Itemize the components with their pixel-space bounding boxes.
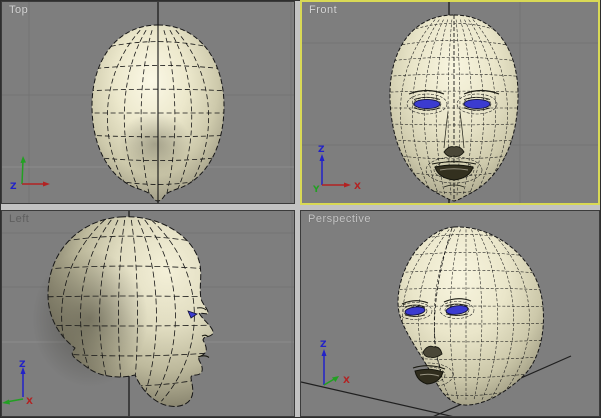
head-model[interactable] (87, 24, 230, 202)
head-model[interactable] (385, 14, 524, 202)
ground-grid-line-1 (301, 381, 453, 416)
surface-shading (32, 251, 148, 387)
viewport-front-canvas: Z X Y (302, 2, 598, 203)
axis-y-label: Y (312, 185, 320, 195)
axis-z-label: Z (19, 360, 26, 370)
quad-viewport-panel: Z Top Z X Y Front Z X Left Z X Perspecti… (0, 0, 601, 418)
axis-y-arrow (21, 159, 24, 185)
viewport-top[interactable]: Z Top (1, 1, 295, 204)
axis-gizmo: Z X (2, 360, 33, 407)
viewport-left[interactable]: Z X Left (1, 210, 295, 417)
axis-x-label: X (354, 182, 361, 192)
axis-z-label: Z (318, 145, 325, 155)
viewport-front[interactable]: Z X Y Front (300, 0, 600, 205)
nose (422, 345, 443, 359)
nose (443, 146, 465, 157)
axis-z-label: Z (10, 182, 17, 192)
viewport-top-label[interactable]: Top (9, 4, 28, 16)
viewport-left-label[interactable]: Left (9, 213, 29, 225)
axis-gizmo: Z (10, 156, 50, 192)
axis-x-label: X (26, 397, 33, 407)
viewport-perspective-label[interactable]: Perspective (308, 213, 371, 225)
mouth-line-profile (197, 355, 210, 358)
axis-z-label: Z (320, 340, 327, 350)
eye-right (463, 98, 491, 110)
viewport-perspective[interactable]: Z X Perspective (300, 210, 600, 417)
axis-gizmo: Z X Y (312, 145, 361, 195)
axis-gizmo: Z X (320, 340, 350, 386)
viewport-top-canvas: Z (2, 2, 294, 203)
eye-left (413, 98, 441, 110)
viewport-left-canvas: Z X (2, 211, 294, 416)
surface-shading (119, 112, 191, 176)
axis-x-label: X (343, 376, 350, 386)
viewport-perspective-canvas: Z X (301, 226, 572, 416)
head-model[interactable] (382, 226, 549, 406)
head-model[interactable] (32, 216, 217, 407)
viewport-front-label[interactable]: Front (309, 4, 337, 16)
